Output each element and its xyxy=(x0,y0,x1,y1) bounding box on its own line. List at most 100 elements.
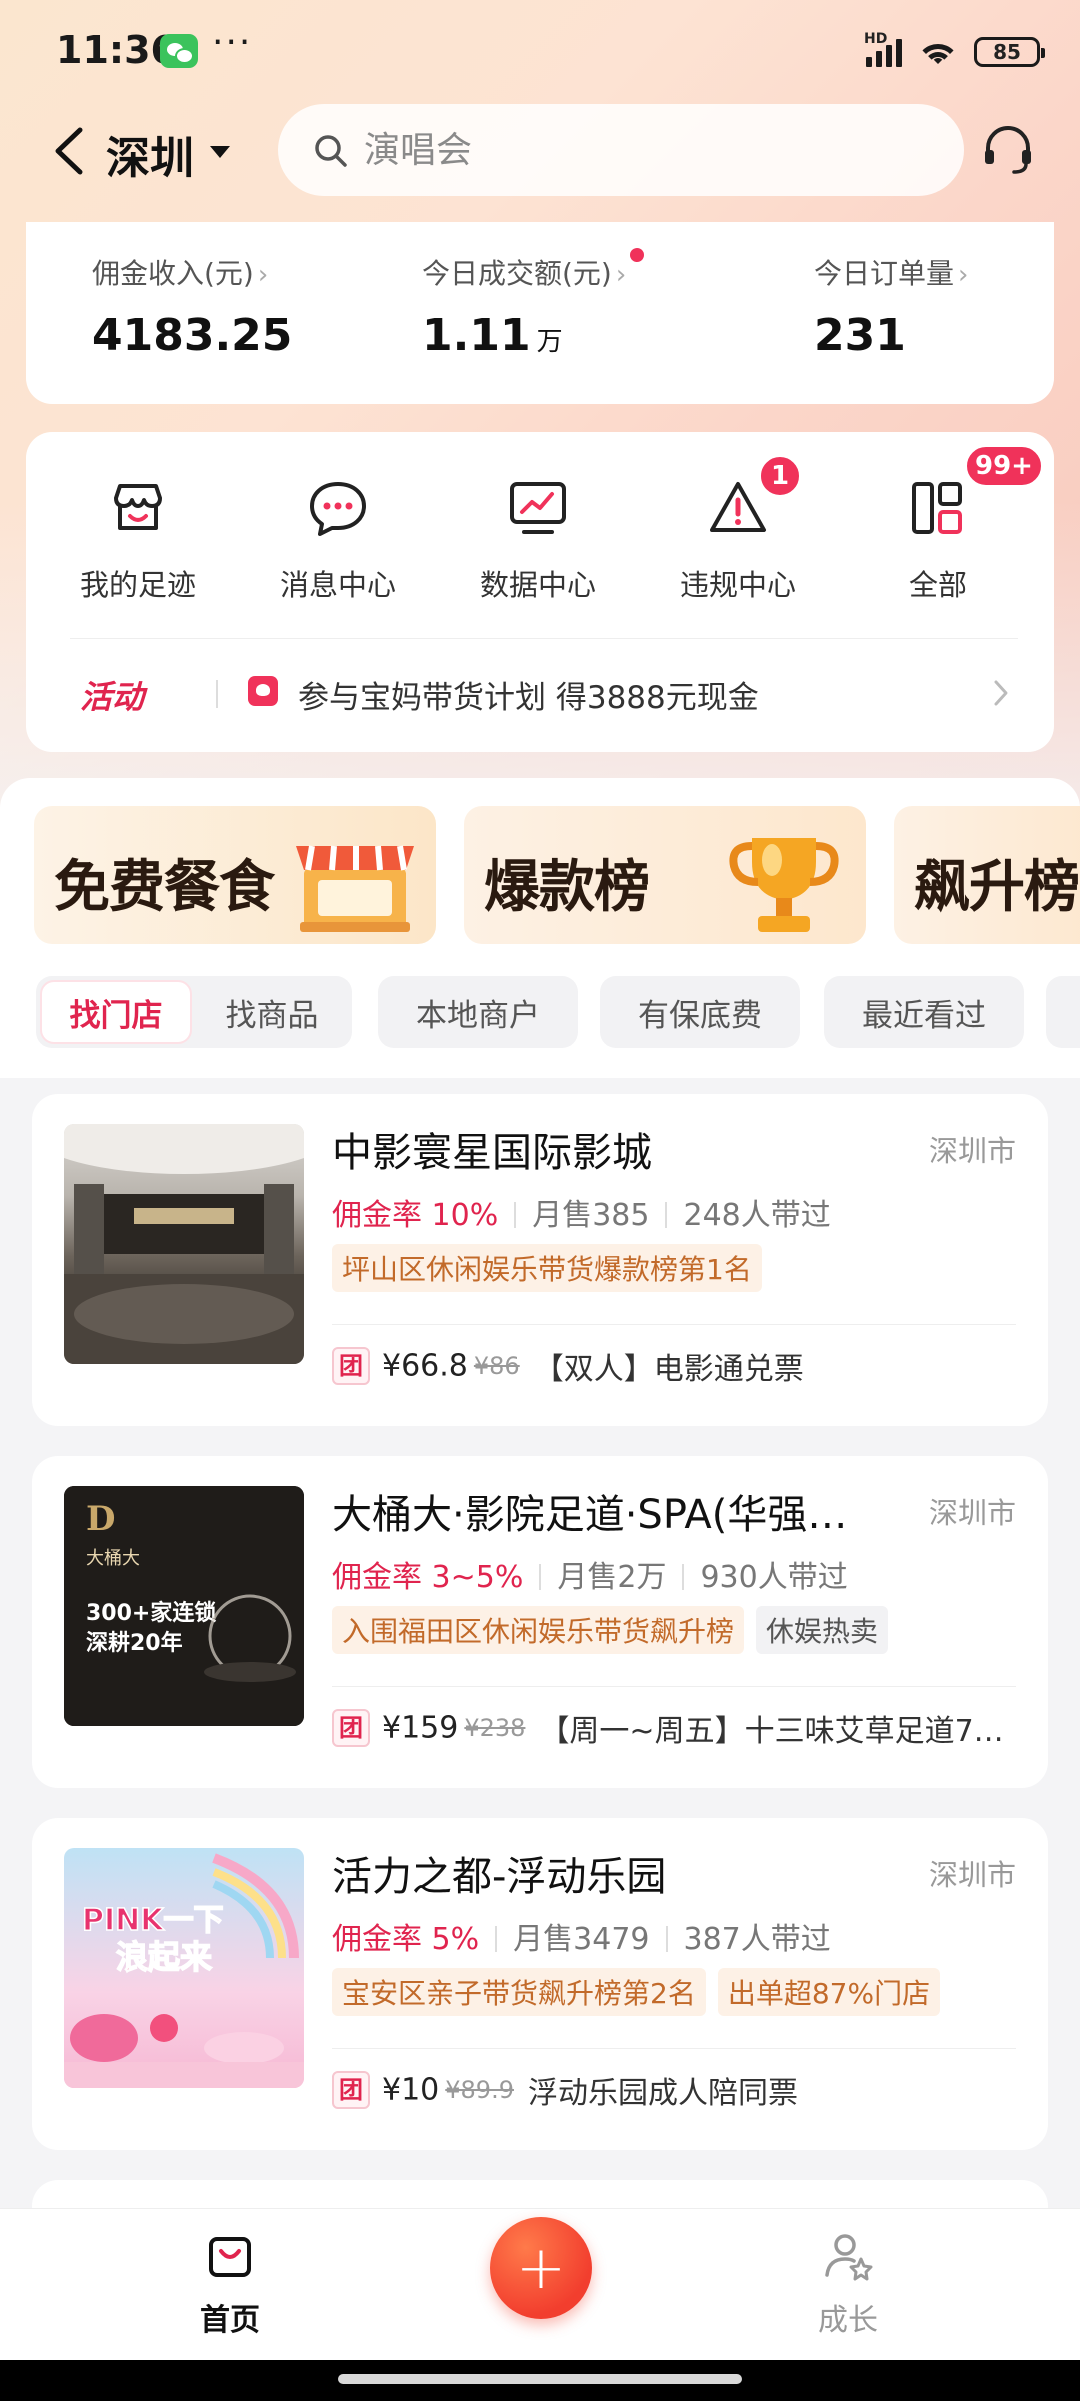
poster-line-2: 深耕20年 xyxy=(86,1630,183,1656)
battery-icon: 85 xyxy=(974,37,1045,67)
stat-value: 231 xyxy=(814,310,906,361)
rank-banner-rising-list[interactable]: 飙升榜 xyxy=(894,806,1080,944)
notification-badge: 1 xyxy=(758,454,802,498)
search-bar[interactable] xyxy=(278,104,964,196)
shop-card[interactable]: PINK一下 浪起来 活力之都-浮动乐园 深圳市 佣金率 5% 月售3479 387… xyxy=(32,1818,1048,2150)
bottom-navigation: 首页 + 成长 xyxy=(0,2208,1080,2360)
chevron-down-icon[interactable] xyxy=(210,146,230,158)
spa-poster-illustration: D 大桶大 300+家连锁 深耕20年 xyxy=(64,1486,304,1726)
filter-recently-viewed[interactable]: 最近看过 xyxy=(824,976,1024,1048)
search-input[interactable] xyxy=(364,126,924,174)
filter-find-products[interactable]: 找商品 xyxy=(196,976,348,1048)
create-plus-button[interactable]: + xyxy=(490,2217,592,2319)
trophy-icon xyxy=(729,838,839,932)
shop-card[interactable]: D 大桶大 300+家连锁 深耕20年 大桶大·影院足道·SPA(华强… 深圳市… xyxy=(32,1456,1048,1788)
rank-tag: 坪山区休闲娱乐带货爆款榜第1名 xyxy=(332,1244,762,1292)
nav-label: 首页 xyxy=(200,2303,260,2338)
rank-banner-hot-list[interactable]: 爆款榜 xyxy=(464,806,866,944)
shop-city: 深圳市 xyxy=(928,1858,1016,1892)
gift-icon xyxy=(248,676,278,706)
divider xyxy=(332,1686,1016,1687)
chart-monitor-icon xyxy=(510,482,566,534)
wifi-icon xyxy=(916,36,960,68)
tool-label: 违规中心 xyxy=(679,568,796,602)
monthly-sales: 月售3479 xyxy=(513,1922,650,1957)
tool-label: 数据中心 xyxy=(479,568,596,602)
divider xyxy=(216,680,218,708)
shop-meta: 佣金率 5% 月售3479 387人带过 xyxy=(332,1914,831,1958)
stat-orders[interactable]: 今日订单量 › 231 xyxy=(814,252,968,361)
divider xyxy=(332,2048,1016,2049)
filter-local-merchants[interactable]: 本地商户 xyxy=(378,976,578,1048)
shop-card[interactable]: 中影寰星国际影城 深圳市 佣金率 10% 月售385 248人带过 坪山区休闲娱乐带… xyxy=(32,1094,1048,1426)
stat-value: 4183.25 xyxy=(92,310,293,361)
stat-label: 今日订单量 xyxy=(814,257,955,290)
cellular-signal-icon: HD xyxy=(864,31,902,67)
deal-price: ¥66.8 xyxy=(382,1348,468,1384)
rank-banner-free-meals[interactable]: 免费餐食 xyxy=(34,806,436,944)
hot-tag: 休娱热卖 xyxy=(756,1606,889,1654)
status-indicators: HD 85 xyxy=(864,31,1045,72)
shop-meta: 佣金率 3~5% 月售2万 930人带过 xyxy=(332,1552,848,1596)
shop-tags: 入围福田区休闲娱乐带货飙升榜 休娱热卖 xyxy=(332,1606,889,1654)
shop-meta: 佣金率 10% 月售385 248人带过 xyxy=(332,1190,831,1234)
home-indicator[interactable] xyxy=(338,2374,742,2384)
customer-service-headset-icon[interactable] xyxy=(980,122,1036,178)
group-deal[interactable]: 团 ¥66.8 ¥86 【双人】电影通兑票 xyxy=(332,1344,1022,1388)
tool-message-center[interactable]: 消息中心 xyxy=(258,476,418,604)
filter-more[interactable] xyxy=(1046,976,1080,1048)
stat-label: 佣金收入(元) xyxy=(92,257,254,290)
activity-promo-banner[interactable]: 活动 参与宝妈带货计划 得3888元现金 xyxy=(80,662,1020,724)
group-deal-badge: 团 xyxy=(332,2071,370,2109)
deal-name: 【双人】电影通兑票 xyxy=(533,1352,804,1387)
shop-name: 活力之都-浮动乐园 xyxy=(332,1854,667,1900)
rank-banner-title: 免费餐食 xyxy=(54,855,275,920)
filter-find-stores[interactable]: 找门店 xyxy=(40,980,192,1044)
deal-name: 浮动乐园成人陪同票 xyxy=(527,2076,798,2111)
promoter-count: 248人带过 xyxy=(683,1198,831,1233)
stat-turnover[interactable]: 今日成交额(元) › 1.11 万 xyxy=(422,248,645,361)
group-deal[interactable]: 团 ¥159 ¥238 【周一~周五】十三味艾草足道7… xyxy=(332,1706,1022,1750)
stat-label: 今日成交额(元) xyxy=(422,257,612,290)
nav-growth[interactable]: 成长 xyxy=(768,2231,928,2339)
filter-guaranteed-fee[interactable]: 有保底费 xyxy=(600,976,800,1048)
monthly-sales: 月售2万 xyxy=(557,1560,667,1595)
shop-image: PINK一下 浪起来 xyxy=(64,1848,304,2088)
tool-all[interactable]: 全部 99+ xyxy=(858,444,1044,604)
wechat-notification-icon xyxy=(160,34,198,68)
deal-price: ¥10 xyxy=(382,2072,440,2108)
user-star-icon xyxy=(825,2234,873,2281)
battery-level: 85 xyxy=(993,40,1021,64)
poster-line-2: 浪起来 xyxy=(116,1938,212,1976)
tool-data-center[interactable]: 数据中心 xyxy=(458,476,618,604)
commission-rate: 佣金率 10% xyxy=(332,1198,499,1233)
status-bar: 11:36 ··· HD 85 xyxy=(0,0,1080,100)
stat-commission[interactable]: 佣金收入(元) › 4183.25 xyxy=(92,252,292,361)
deal-price: ¥159 xyxy=(382,1710,459,1746)
group-deal[interactable]: 团 ¥10 ¥89.9 浮动乐园成人陪同票 xyxy=(332,2068,1022,2112)
group-deal-badge: 团 xyxy=(332,1347,370,1385)
poster-brand-text: 大桶大 xyxy=(86,1548,140,1569)
status-time: 11:36 xyxy=(56,28,177,72)
nav-home[interactable]: 首页 xyxy=(150,2231,310,2339)
plus-icon: + xyxy=(515,2233,567,2303)
orders-tag: 出单超87%门店 xyxy=(717,1968,941,2016)
shopping-bag-icon xyxy=(209,2237,251,2277)
stat-unit: 万 xyxy=(536,327,563,357)
storefront-illustration-icon xyxy=(296,845,414,932)
notification-badge: 99+ xyxy=(964,444,1044,488)
grid-icon xyxy=(912,482,962,534)
tool-label: 全部 xyxy=(908,568,967,602)
tool-label: 消息中心 xyxy=(279,568,396,602)
tools-card: 我的足迹 消息中心 数据中心 违规中心 1 全部 99+ 活动 参与宝妈带货计划… xyxy=(26,432,1054,752)
commission-rate: 佣金率 3~5% xyxy=(332,1560,524,1595)
shop-face-icon xyxy=(114,484,162,530)
city-selector[interactable]: 深圳 xyxy=(106,122,194,186)
search-icon xyxy=(315,135,347,167)
back-arrow-icon[interactable] xyxy=(52,126,86,176)
chevron-right-icon: › xyxy=(257,260,269,290)
tool-violation-center[interactable]: 违规中心 1 xyxy=(658,454,818,604)
chat-bubble-icon xyxy=(310,482,366,536)
poster-line-1: 300+家连锁 xyxy=(86,1600,216,1626)
tool-my-footprints[interactable]: 我的足迹 xyxy=(58,476,218,604)
